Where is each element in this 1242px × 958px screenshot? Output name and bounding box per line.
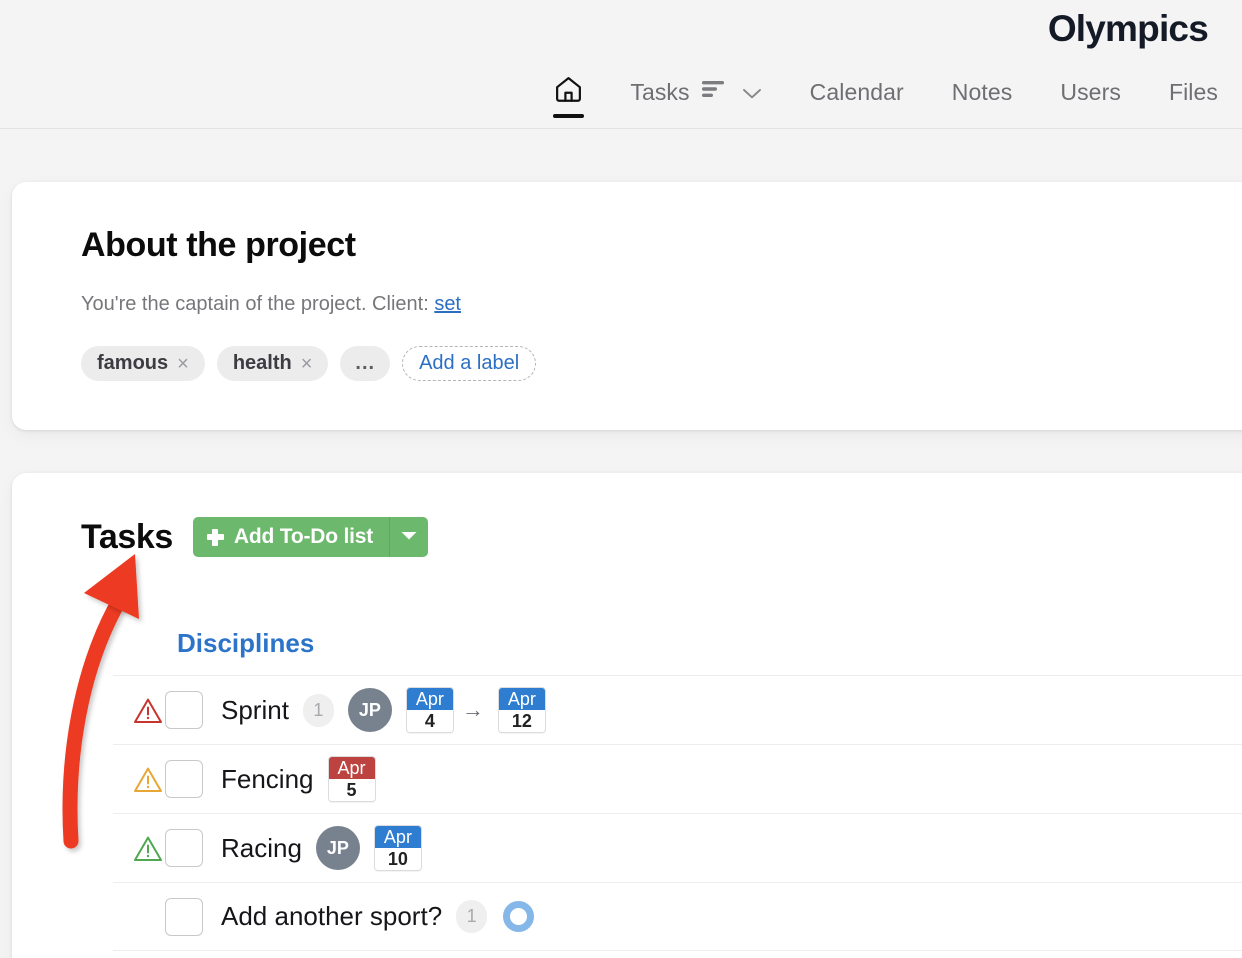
date-month: Apr — [406, 688, 453, 710]
date-month: Apr — [374, 826, 421, 848]
add-todo-list-dropdown-button[interactable] — [389, 517, 429, 557]
task-start-date-chip[interactable]: Apr 4 — [405, 687, 454, 733]
date-range-arrow-icon: → — [461, 697, 484, 722]
date-month: Apr — [328, 757, 375, 779]
label-list: famous × health × ... Add a label — [81, 346, 537, 381]
about-subtitle-text: You're the captain of the project. Clien… — [81, 293, 435, 315]
add-todo-list-label: Add To-Do list — [233, 525, 374, 548]
about-heading: About the project — [81, 226, 356, 264]
project-title: Olympics — [1047, 8, 1209, 49]
date-day: 4 — [406, 710, 453, 732]
table-row[interactable]: Add another sport? 1 — [113, 882, 1242, 951]
task-checkbox[interactable] — [165, 691, 203, 729]
app-root: Olympics Tasks Calendar Notes Users File… — [0, 0, 1242, 958]
date-day: 12 — [498, 710, 545, 732]
table-row[interactable]: Sprint 1 JP Apr 4 → Apr 12 — [113, 675, 1242, 744]
task-name: Racing — [221, 832, 302, 863]
more-labels-button[interactable]: ... — [340, 346, 391, 381]
tasks-card: Tasks Add To-Do list Disciplines Sprint … — [12, 473, 1242, 958]
add-todo-list-button-group: Add To-Do list — [192, 517, 429, 557]
date-month: Apr — [498, 688, 545, 710]
about-subtitle: You're the captain of the project. Clien… — [81, 293, 461, 316]
nav-item-calendar[interactable]: Calendar — [786, 66, 928, 118]
table-row[interactable]: Fencing Apr 5 — [113, 744, 1242, 813]
task-name: Fencing — [221, 763, 314, 794]
table-row[interactable]: Racing JP Apr 10 — [113, 813, 1242, 882]
sort-list-icon[interactable] — [701, 78, 727, 106]
add-todo-list-button[interactable]: Add To-Do list — [192, 517, 390, 557]
nav-item-tasks[interactable]: Tasks — [606, 66, 785, 118]
task-checkbox[interactable] — [165, 760, 203, 798]
nav-item-files[interactable]: Files — [1145, 66, 1242, 118]
task-rows: Sprint 1 JP Apr 4 → Apr 12 Fencing Apr 5… — [113, 675, 1242, 951]
set-client-link[interactable]: set — [434, 293, 461, 315]
warning-triangle-amber-icon — [113, 766, 165, 793]
chevron-down-icon — [400, 528, 418, 546]
nav-item-tasks-label: Tasks — [630, 78, 690, 105]
task-checkbox[interactable] — [165, 897, 203, 936]
nav-item-users-label: Users — [1060, 78, 1121, 105]
tasks-header: Tasks Add To-Do list — [81, 517, 429, 557]
warning-triangle-red-icon — [113, 697, 165, 724]
progress-ring-icon[interactable] — [503, 901, 535, 932]
plus-icon — [206, 528, 224, 546]
task-due-date-chip[interactable]: Apr 10 — [373, 825, 422, 871]
about-project-card: About the project You're the captain of … — [12, 182, 1242, 430]
warning-triangle-green-icon — [113, 835, 165, 862]
nav-item-notes[interactable]: Notes — [928, 66, 1037, 118]
nav-item-calendar-label: Calendar — [809, 78, 904, 105]
todo-list-title-disciplines[interactable]: Disciplines — [177, 628, 314, 659]
nav-item-users[interactable]: Users — [1036, 66, 1145, 118]
nav-item-files-label: Files — [1168, 78, 1218, 105]
label-chip-famous-text: famous — [97, 352, 169, 374]
active-tab-indicator — [553, 114, 585, 118]
task-comment-count: 1 — [456, 900, 488, 933]
chevron-down-icon[interactable] — [742, 79, 762, 106]
task-due-date-chip[interactable]: Apr 5 — [327, 756, 376, 802]
nav-item-home[interactable] — [531, 66, 606, 118]
task-due-date-chip[interactable]: Apr 12 — [497, 687, 546, 733]
task-name: Sprint — [221, 694, 289, 725]
date-day: 10 — [374, 848, 421, 870]
task-checkbox[interactable] — [165, 829, 203, 867]
home-icon — [553, 74, 584, 111]
remove-label-icon[interactable]: × — [177, 354, 189, 374]
nav-item-notes-label: Notes — [951, 78, 1013, 105]
app-header: Olympics Tasks Calendar Notes Users File… — [0, 0, 1242, 129]
tasks-heading: Tasks — [81, 517, 173, 556]
remove-label-icon[interactable]: × — [301, 354, 313, 374]
add-label-button[interactable]: Add a label — [402, 346, 537, 381]
label-chip-health[interactable]: health × — [216, 346, 329, 381]
label-chip-health-text: health — [232, 352, 292, 374]
avatar[interactable]: JP — [315, 826, 360, 870]
avatar[interactable]: JP — [347, 688, 392, 732]
task-name: Add another sport? — [221, 901, 443, 931]
task-comment-count: 1 — [302, 693, 334, 727]
label-chip-famous[interactable]: famous × — [81, 346, 205, 381]
date-day: 5 — [328, 779, 375, 801]
main-nav: Tasks Calendar Notes Users Files — [0, 66, 1242, 128]
